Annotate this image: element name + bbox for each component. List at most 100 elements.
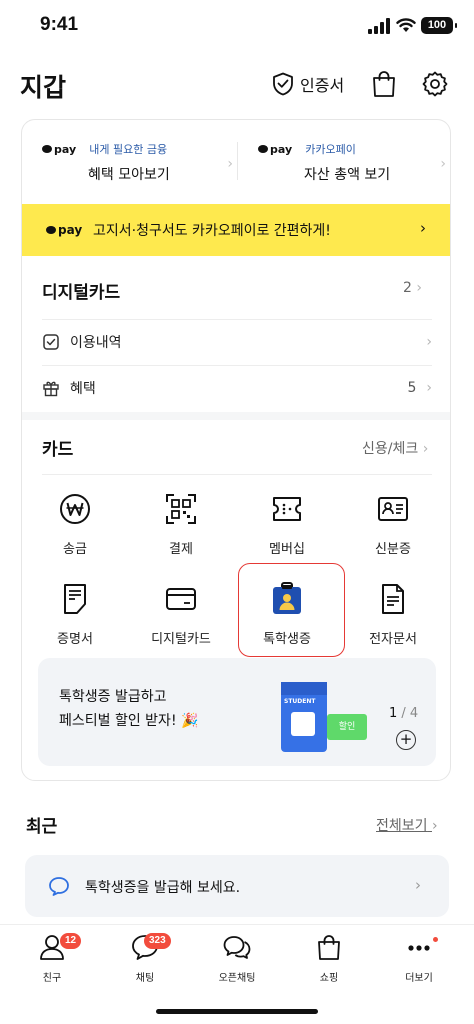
card-item-label: 신분증	[375, 542, 411, 557]
promo-line-1: 톡학생증 발급하고	[59, 689, 167, 705]
home-indicator	[156, 1009, 318, 1014]
card-item-label: 결제	[169, 542, 193, 557]
tab-more[interactable]: 더보기	[372, 933, 466, 984]
chevron-right-icon: ›	[420, 219, 426, 237]
pay-shortcuts: pay 내게 필요한 금융 혜택 모아보기 › pay 카카오페이 자산 총액 …	[22, 120, 450, 202]
header: 지갑 인증서	[0, 56, 474, 116]
pay-shortcut-assets[interactable]: pay 카카오페이 자산 총액 보기 ›	[258, 138, 450, 188]
benefits-row[interactable]: 혜택 5 ›	[42, 366, 432, 410]
chevron-right-icon: ›	[426, 380, 432, 396]
card-item-payment[interactable]: 결제	[128, 492, 234, 570]
gear-icon[interactable]	[421, 70, 449, 98]
signal-icon	[368, 18, 390, 34]
pay-shortcut-subtitle: 내게 필요한 금융	[89, 143, 168, 156]
pay-shortcut-title: 자산 총액 보기	[304, 167, 391, 183]
document-icon	[382, 584, 404, 614]
tab-label: 채팅	[135, 973, 155, 984]
kakaopay-logo: pay	[258, 143, 292, 156]
card-item-label: 디지털카드	[151, 632, 211, 647]
shield-check-icon	[273, 72, 293, 96]
recent-item-text: 톡학생증을 발급해 보세요.	[85, 880, 241, 896]
highlight-box	[238, 563, 345, 657]
chat-bubble-icon	[49, 877, 69, 896]
divider	[237, 142, 238, 180]
chevron-right-icon: ›	[227, 156, 233, 172]
shopping-bag-icon[interactable]	[371, 70, 397, 98]
recent-title: 최근	[26, 817, 58, 837]
card-item-label: 전자문서	[369, 632, 417, 647]
chevron-right-icon: ›	[422, 441, 429, 457]
checkbox-history-icon	[43, 334, 59, 350]
page-title: 지갑	[20, 73, 67, 102]
student-card-text: STUDENT	[284, 698, 316, 705]
promo-line-2: 페스티벌 할인 받자! 🎉	[59, 713, 199, 729]
card-item-remit[interactable]: 송금	[22, 492, 128, 570]
row-label: 이용내역	[70, 335, 122, 351]
banner-text: 고지서·청구서도 카카오페이로 간편하게!	[93, 223, 331, 239]
certificate-button[interactable]: 인증서	[272, 70, 344, 98]
tab-chats[interactable]: 323 채팅	[98, 933, 192, 984]
divider	[42, 474, 432, 475]
promo-pager: 1 / 4	[389, 706, 418, 721]
recent-item[interactable]: 톡학생증을 발급해 보세요. ›	[25, 855, 449, 917]
card-item-label: 송금	[63, 542, 87, 557]
wallet-panel: pay 내게 필요한 금융 혜택 모아보기 › pay 카카오페이 자산 총액 …	[21, 119, 451, 781]
chevron-right-icon: ›	[416, 280, 422, 296]
tab-label: 친구	[42, 973, 62, 984]
qr-scan-icon	[166, 494, 196, 524]
kakaopay-logo: pay	[46, 223, 82, 237]
open-chat-icon	[223, 936, 251, 959]
card-item-digital-card[interactable]: 디지털카드	[128, 582, 234, 660]
pay-shortcut-subtitle: 카카오페이	[305, 143, 356, 156]
chevron-right-icon: ›	[440, 156, 446, 172]
usage-history-row[interactable]: 이용내역 ›	[42, 320, 432, 364]
chats-badge: 323	[144, 933, 171, 949]
credit-check-link[interactable]: 신용/체크 ›	[362, 438, 428, 458]
card-item-certificate[interactable]: 증명서	[22, 582, 128, 660]
status-bar: 9:41 100	[0, 0, 474, 56]
card-item-id[interactable]: 신분증	[340, 492, 446, 570]
more-dots-icon	[408, 945, 430, 951]
credit-card-icon	[166, 588, 196, 610]
digital-card-title: 디지털카드	[42, 283, 121, 303]
tab-label: 쇼핑	[319, 973, 339, 984]
friends-badge: 12	[60, 933, 82, 949]
tab-friends[interactable]: 12 친구	[5, 933, 99, 984]
certificate-label: 인증서	[300, 76, 345, 95]
chevron-right-icon: ›	[426, 334, 432, 350]
pager-current: 1	[389, 706, 398, 721]
gift-icon	[43, 381, 59, 397]
student-card-illustration: STUDENT	[281, 682, 327, 752]
pay-shortcut-benefits[interactable]: pay 내게 필요한 금융 혜택 모아보기 ›	[42, 138, 237, 188]
pager-total: / 4	[401, 706, 419, 721]
chevron-right-icon: ›	[431, 818, 438, 834]
row-label: 혜택	[70, 381, 96, 397]
tab-open-chat[interactable]: 오픈채팅	[190, 933, 284, 984]
certificate-icon	[64, 584, 86, 614]
chevron-right-icon: ›	[415, 876, 421, 894]
id-card-icon	[378, 497, 408, 521]
student-id-promo-banner[interactable]: 톡학생증 발급하고 페스티벌 할인 받자! 🎉 STUDENT 할인 1 / 4…	[38, 658, 436, 766]
notification-dot	[433, 937, 438, 942]
section-separator	[22, 412, 450, 420]
benefits-count: 5	[407, 380, 417, 396]
status-time: 9:41	[40, 14, 79, 35]
card-item-label: 멤버십	[269, 542, 305, 557]
see-all-link[interactable]: 전체보기 ›	[376, 815, 438, 835]
digital-card-count[interactable]: 2 ›	[403, 280, 422, 296]
kakaopay-logo: pay	[42, 143, 76, 156]
shopping-bag-icon	[318, 935, 340, 960]
wifi-icon	[396, 18, 416, 32]
plus-icon[interactable]: +	[396, 730, 416, 750]
cards-title: 카드	[42, 440, 74, 460]
tab-label: 오픈채팅	[218, 973, 256, 984]
membership-ticket-icon	[273, 497, 301, 521]
won-coin-icon	[60, 494, 90, 524]
kakaopay-bill-banner[interactable]: pay 고지서·청구서도 카카오페이로 간편하게! ›	[22, 204, 450, 256]
card-item-membership[interactable]: 멤버십	[234, 492, 340, 570]
tab-label: 더보기	[405, 973, 433, 984]
card-item-e-document[interactable]: 전자문서	[340, 582, 446, 660]
pay-shortcut-title: 혜택 모아보기	[88, 167, 170, 183]
tab-shopping[interactable]: 쇼핑	[282, 933, 376, 984]
discount-ticket-illustration: 할인	[327, 714, 367, 740]
